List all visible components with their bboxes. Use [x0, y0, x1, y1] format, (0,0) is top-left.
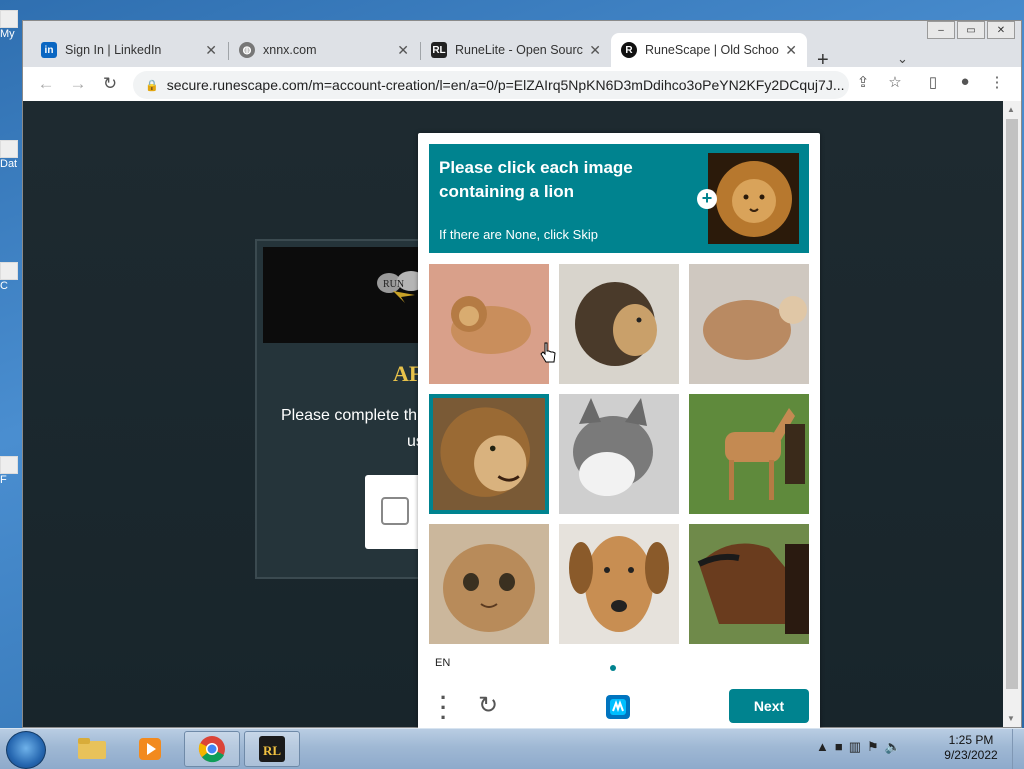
close-icon[interactable]: ✕: [589, 42, 601, 59]
tray-expand-icon[interactable]: ▲: [816, 739, 829, 755]
reload-button[interactable]: ↻: [99, 73, 121, 95]
desktop-icon-app[interactable]: C: [0, 262, 22, 292]
forward-button[interactable]: →: [67, 73, 89, 95]
close-icon[interactable]: ✕: [205, 42, 217, 59]
scroll-up-arrow-icon[interactable]: ▲: [1007, 105, 1015, 114]
scrollbar-thumb[interactable]: [1006, 119, 1018, 689]
captcha-tile-3[interactable]: [689, 264, 809, 384]
chrome-icon[interactable]: [184, 731, 240, 767]
refresh-icon[interactable]: ↻: [478, 691, 498, 720]
captcha-prompt: Please click each image containing a lio…: [439, 158, 633, 201]
expand-example-plus-icon[interactable]: +: [697, 189, 717, 209]
captcha-example-image: [708, 153, 799, 244]
side-panel-icon[interactable]: ▯: [923, 73, 943, 91]
bookmark-star-icon[interactable]: ☆: [885, 73, 905, 91]
data-icon: [0, 140, 18, 158]
browser-toolbar: ← → ↻ 🔒 secure.runescape.com/m=account-c…: [23, 67, 1021, 102]
media-player-icon[interactable]: [122, 731, 178, 767]
show-desktop-button[interactable]: [1012, 729, 1024, 769]
explorer-icon[interactable]: [64, 731, 120, 767]
scroll-down-arrow-icon[interactable]: ▼: [1007, 714, 1015, 723]
captcha-tile-1[interactable]: [429, 264, 549, 384]
captcha-header: Please click each image containing a lio…: [429, 144, 809, 253]
captcha-tile-4[interactable]: [429, 394, 549, 514]
share-icon[interactable]: ⇪: [853, 73, 873, 91]
app-icon: [0, 262, 18, 280]
captcha-tile-6[interactable]: [689, 394, 809, 514]
runescape-icon: R: [621, 42, 637, 58]
runelite-tray-icon[interactable]: ■: [835, 739, 843, 755]
captcha-tile-2[interactable]: [559, 264, 679, 384]
svg-text:RUN: RUN: [383, 279, 404, 290]
taskbar-clock[interactable]: 1:25 PM 9/23/2022: [938, 733, 1004, 763]
network-icon[interactable]: ▥: [849, 739, 861, 755]
profile-avatar-icon[interactable]: ●: [955, 73, 975, 90]
file-icon: [0, 456, 18, 474]
hcaptcha-logo-icon: [606, 695, 630, 719]
captcha-checkbox[interactable]: [381, 497, 409, 525]
desktop-icon-file[interactable]: F: [0, 456, 22, 486]
captcha-tile-5[interactable]: [559, 394, 679, 514]
captcha-tile-8[interactable]: [559, 524, 679, 644]
desktop-icon-computer[interactable]: My: [0, 10, 22, 40]
taskbar: RL ▲ ■ ▥ ⚑ 🔈 1:25 PM 9/23/2022: [0, 728, 1024, 769]
close-icon[interactable]: ✕: [785, 42, 797, 59]
language-selector[interactable]: EN: [435, 657, 450, 669]
captcha-tile-7[interactable]: [429, 524, 549, 644]
hand-cursor-icon: [540, 342, 556, 363]
system-tray: ▲ ■ ▥ ⚑ 🔈: [816, 739, 901, 755]
linkedin-icon: in: [41, 42, 57, 58]
tab-xnnx[interactable]: ◍ xnnx.com ✕: [229, 33, 419, 67]
tab-strip: in Sign In | LinkedIn ✕ ◍ xnnx.com ✕ RL …: [23, 33, 1021, 71]
action-center-flag-icon[interactable]: ⚑: [867, 739, 879, 755]
tab-linkedin[interactable]: in Sign In | LinkedIn ✕: [31, 33, 227, 67]
more-menu-icon[interactable]: ⋮: [987, 73, 1007, 91]
computer-icon: [0, 10, 18, 28]
address-bar[interactable]: 🔒 secure.runescape.com/m=account-creatio…: [133, 71, 849, 99]
next-button[interactable]: Next: [729, 689, 809, 723]
captcha-tile-9[interactable]: [689, 524, 809, 644]
page-dot: [610, 665, 616, 671]
tab-runelite[interactable]: RL RuneLite - Open Source ✕: [421, 33, 611, 67]
page-indicator: [610, 665, 616, 671]
lock-icon: 🔒: [145, 79, 159, 92]
back-button[interactable]: ←: [35, 73, 57, 95]
globe-icon: ◍: [239, 42, 255, 58]
close-icon[interactable]: ✕: [397, 42, 409, 59]
captcha-challenge: Please click each image containing a lio…: [418, 133, 820, 733]
start-button[interactable]: [6, 731, 46, 769]
page-scrollbar[interactable]: ▲ ▼: [1003, 101, 1021, 727]
tab-search-chevron-icon[interactable]: ⌄: [897, 51, 908, 67]
menu-dots-icon[interactable]: · · ·: [440, 687, 447, 729]
svg-text:RL: RL: [263, 743, 281, 758]
volume-icon[interactable]: 🔈: [885, 739, 901, 755]
tab-runescape[interactable]: R RuneScape | Old School ✕: [611, 33, 807, 67]
captcha-subtext: If there are None, click Skip: [439, 227, 598, 242]
runelite-taskbar-icon[interactable]: RL: [244, 731, 300, 767]
desktop-icon-data[interactable]: Dat: [0, 140, 22, 170]
runelite-icon: RL: [431, 42, 447, 58]
